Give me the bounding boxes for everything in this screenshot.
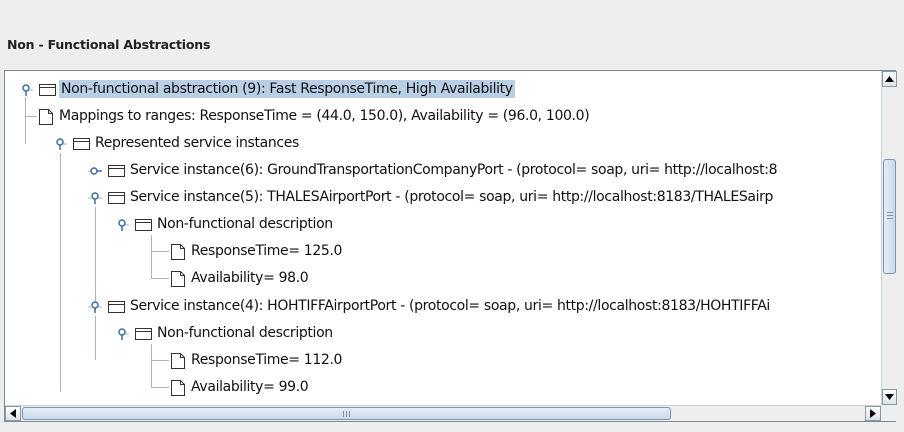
tree-node-mappings[interactable]: Mappings to ranges: ResponseTime = (44.0… [5, 106, 881, 128]
tree-node-availability[interactable]: Availability= 98.0 [5, 268, 881, 290]
document-icon [170, 352, 186, 374]
tree-node-nonfunctional-description[interactable]: Non-functional description [5, 323, 881, 345]
arrow-right-icon [870, 409, 876, 418]
section-title: Non - Functional Abstractions [7, 37, 211, 52]
tree-node-availability[interactable]: Availability= 99.0 [5, 377, 881, 399]
tree-node-label: Non-functional abstraction (9): Fast Res… [59, 80, 515, 98]
tree-node-label: Availability= 98.0 [191, 270, 309, 286]
scrollbar-corner [881, 405, 896, 421]
tree-node-label: Service instance(4): HOHTIFFAirportPort … [130, 298, 770, 314]
horizontal-scrollbar[interactable] [5, 405, 881, 421]
expanded-handle-icon[interactable] [53, 136, 67, 150]
document-icon [170, 243, 186, 265]
grip-line [346, 411, 347, 417]
expanded-handle-icon[interactable] [19, 82, 33, 96]
expanded-handle-icon[interactable] [115, 326, 129, 340]
vertical-scroll-thumb[interactable] [883, 159, 896, 274]
tree-node-service-instance-5[interactable]: Service instance(5): THALESAirportPort -… [5, 187, 881, 209]
tree-node-nonfunctional-description[interactable]: Non-functional description [5, 214, 881, 236]
tree-node-label: Availability= 99.0 [191, 379, 309, 395]
tree-node-label: Represented service instances [95, 135, 299, 151]
scroll-up-button[interactable] [882, 71, 897, 87]
arrow-up-icon [885, 76, 894, 82]
tree-node-label: Non-functional description [157, 216, 333, 232]
folder-icon [134, 325, 154, 345]
folder-icon [134, 216, 154, 236]
folder-icon [72, 135, 92, 155]
grip-line [887, 212, 893, 213]
arrow-down-icon [885, 394, 894, 400]
expanded-handle-icon[interactable] [115, 217, 129, 231]
document-icon [170, 270, 186, 292]
document-icon [38, 108, 54, 130]
folder-icon [38, 81, 58, 101]
tree-panel[interactable]: Non-functional abstraction (9): Fast Res… [4, 70, 897, 422]
grip-line [349, 411, 350, 417]
scroll-right-button[interactable] [865, 406, 881, 421]
tree-node-abstraction[interactable]: Non-functional abstraction (9): Fast Res… [5, 79, 881, 101]
tree-node-represented-instances[interactable]: Represented service instances [5, 133, 881, 155]
tree-node-label: ResponseTime= 125.0 [191, 243, 343, 259]
tree-node-label: Non-functional description [157, 325, 333, 341]
collapsed-handle-icon[interactable] [88, 163, 102, 177]
folder-icon [107, 298, 127, 318]
horizontal-scroll-thumb[interactable] [22, 407, 671, 420]
arrow-left-icon [10, 409, 16, 418]
folder-icon [107, 189, 127, 209]
tree-node-response-time[interactable]: ResponseTime= 125.0 [5, 241, 881, 263]
tree-node-response-time[interactable]: ResponseTime= 112.0 [5, 350, 881, 372]
grip-line [887, 218, 893, 219]
grip-line [887, 215, 893, 216]
document-icon [170, 379, 186, 401]
folder-icon [107, 162, 127, 182]
scroll-down-button[interactable] [882, 389, 897, 405]
tree-node-service-instance-4[interactable]: Service instance(4): HOHTIFFAirportPort … [5, 296, 881, 318]
tree-node-label: Service instance(5): THALESAirportPort -… [130, 189, 774, 205]
tree-viewport[interactable]: Non-functional abstraction (9): Fast Res… [5, 71, 881, 405]
scroll-left-button[interactable] [5, 406, 21, 421]
tree-node-label: Service instance(6): GroundTransportatio… [130, 162, 778, 178]
vertical-scrollbar[interactable] [881, 71, 897, 405]
tree-node-service-instance-6[interactable]: Service instance(6): GroundTransportatio… [5, 160, 881, 182]
expanded-handle-icon[interactable] [88, 190, 102, 204]
tree-node-label: Mappings to ranges: ResponseTime = (44.0… [59, 108, 590, 124]
grip-line [343, 411, 344, 417]
tree-node-label: ResponseTime= 112.0 [191, 352, 343, 368]
expanded-handle-icon[interactable] [88, 299, 102, 313]
